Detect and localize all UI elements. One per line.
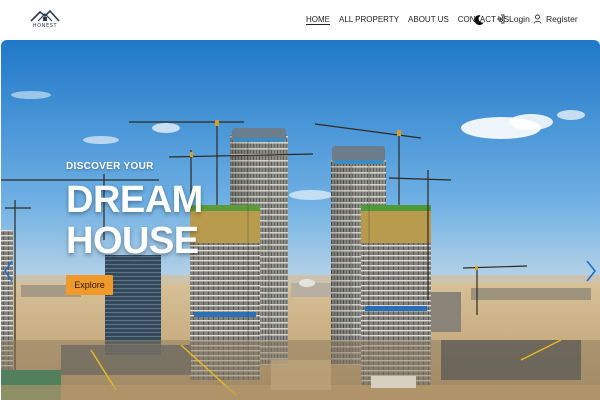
explore-button[interactable]: Explore [66, 275, 113, 295]
hero-kicker: DISCOVER YOUR [66, 161, 154, 172]
sign-in-icon [497, 14, 505, 24]
hero-title: DREAM HOUSE [66, 180, 203, 262]
login-link[interactable]: Login [496, 13, 530, 25]
nav-link-all-property[interactable]: ALL PROPERTY [339, 14, 399, 26]
login-label: Login [509, 14, 530, 24]
chevron-left-icon [4, 260, 13, 282]
theme-toggle-button[interactable] [473, 13, 485, 26]
moon-icon [474, 15, 484, 26]
brand-logo[interactable]: HONEST [29, 8, 61, 30]
user-icon [533, 14, 542, 24]
carousel-next-button[interactable] [584, 257, 598, 285]
chevron-right-icon [586, 260, 597, 282]
register-label: Register [546, 14, 578, 24]
hero-title-line-1: DREAM [66, 179, 203, 221]
carousel-prev-button[interactable] [2, 257, 16, 285]
logo-wordmark: HONEST [32, 23, 58, 29]
logo-house-icon [30, 9, 60, 22]
register-link[interactable]: Register [533, 13, 578, 25]
top-navbar: HONEST HOME ALL PROPERTY ABOUT US CONTAC… [0, 0, 600, 38]
nav-link-home[interactable]: HOME [306, 14, 330, 26]
hero-title-line-2: HOUSE [66, 220, 199, 262]
nav-link-about-us[interactable]: ABOUT US [408, 14, 449, 26]
